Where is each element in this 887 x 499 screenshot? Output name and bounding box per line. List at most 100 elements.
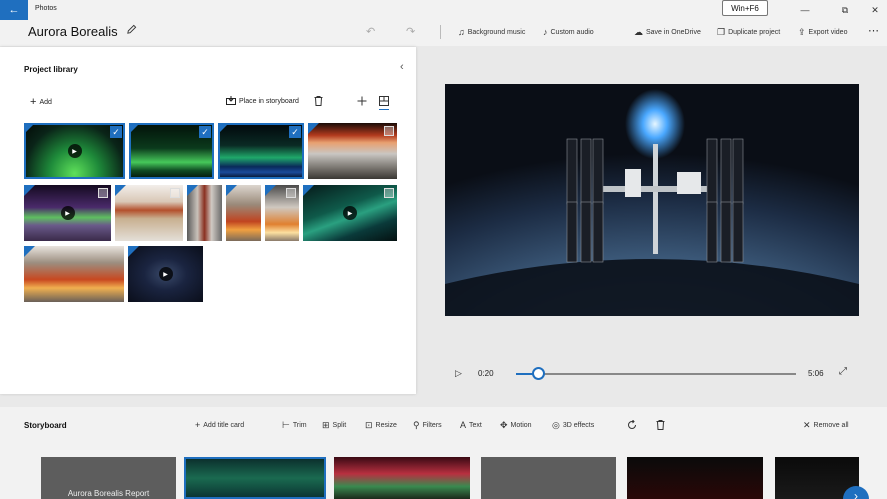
shortcut-badge: Win+F6	[722, 0, 768, 16]
trim-label: Trim	[292, 422, 307, 429]
background-music-button[interactable]: ♫ Background music	[458, 27, 525, 37]
resize-button[interactable]: ⊡ Resize	[365, 420, 397, 431]
maximize-button[interactable]: ⧉	[830, 2, 860, 18]
chevron-right-icon: ›	[854, 489, 858, 499]
place-in-storyboard-button[interactable]: Place in storyboard	[226, 96, 299, 107]
library-thumbnail-12[interactable]: ▶	[128, 246, 203, 302]
library-thumbnail-4[interactable]	[308, 123, 397, 179]
pencil-icon[interactable]	[126, 24, 137, 38]
storyboard-card-3[interactable]	[334, 457, 470, 499]
undo-icon: ↶	[366, 26, 376, 38]
checkbox-icon[interactable]	[170, 188, 180, 198]
collapse-library-button[interactable]: ‹	[400, 61, 404, 73]
3d-effects-button[interactable]: ◎ 3D effects	[552, 420, 594, 431]
end-time: 5:06	[808, 369, 824, 378]
redo-button[interactable]: ↷	[406, 25, 415, 38]
play-button[interactable]: ▷	[455, 368, 462, 379]
list-view-button[interactable]	[379, 96, 389, 110]
library-thumbnail-11[interactable]	[24, 246, 124, 302]
library-thumbnail-8[interactable]	[226, 185, 261, 241]
library-thumbnail-5[interactable]: ▶	[24, 185, 111, 241]
remove-all-label: Remove all	[813, 422, 849, 429]
play-icon: ▶	[158, 267, 173, 281]
save-onedrive-button[interactable]: ☁ Save in OneDrive	[634, 27, 701, 38]
preview-image	[445, 84, 859, 316]
thumbnail-corner	[24, 123, 35, 134]
add-button[interactable]: + Add	[30, 96, 52, 108]
rotate-button[interactable]	[627, 419, 637, 432]
library-thumbnail-7[interactable]	[187, 185, 222, 241]
library-thumbnail-3[interactable]: ✓	[218, 123, 304, 179]
storyboard-card-4[interactable]	[481, 457, 616, 499]
seek-handle[interactable]	[532, 367, 546, 380]
checkmark-icon[interactable]: ✓	[110, 126, 122, 138]
trim-button[interactable]: ⊢ Trim	[282, 420, 307, 431]
close-button[interactable]: ✕	[860, 2, 887, 18]
checkmark-icon[interactable]: ✓	[199, 126, 211, 138]
checkbox-icon[interactable]	[384, 188, 394, 198]
undo-button[interactable]: ↶	[366, 25, 375, 38]
play-icon: ▷	[455, 368, 462, 378]
duplicate-icon: ❐	[717, 27, 726, 37]
add-title-card-button[interactable]: + Add title card	[195, 420, 244, 430]
duplicate-project-button[interactable]: ❐ Duplicate project	[717, 27, 780, 38]
more-options-button[interactable]: ⋯	[868, 24, 879, 37]
thumbnail-corner	[303, 185, 314, 196]
library-thumbnail-10[interactable]: ▶	[303, 185, 397, 241]
back-arrow-icon: ←	[8, 4, 20, 16]
title-bar: ← Photos Win+F6 — ⧉ ✕	[0, 0, 887, 20]
library-thumbnail-9[interactable]	[265, 185, 299, 241]
title-card-text: Aurora Borealis Report	[67, 489, 150, 498]
custom-audio-button[interactable]: ♪ Custom audio	[543, 27, 594, 37]
minimize-button[interactable]: —	[790, 2, 820, 18]
save-onedrive-label: Save in OneDrive	[646, 29, 701, 36]
storyboard-card-5[interactable]	[627, 457, 763, 499]
motion-icon: ✥	[500, 420, 508, 430]
play-icon: ▶	[60, 206, 75, 220]
resize-label: Resize	[375, 422, 397, 429]
remove-all-button[interactable]: ✕ Remove all	[803, 420, 849, 431]
thumbnail-corner	[24, 185, 35, 196]
checkbox-icon[interactable]	[384, 126, 394, 136]
thumbnail-corner	[226, 185, 237, 196]
rotate-icon	[627, 419, 637, 432]
grid-icon	[357, 96, 367, 109]
delete-clip-button[interactable]	[656, 420, 665, 432]
checkbox-icon[interactable]	[98, 188, 108, 198]
storyboard-card-1[interactable]: Aurora Borealis Report	[41, 457, 176, 499]
storyboard-card-2[interactable]	[184, 457, 326, 499]
seek-slider[interactable]	[516, 367, 796, 380]
checkmark-icon[interactable]: ✓	[289, 126, 301, 138]
app-title: Photos	[35, 5, 57, 12]
header-divider	[440, 25, 441, 39]
thumbnail-corner	[308, 123, 319, 134]
duplicate-project-label: Duplicate project	[728, 29, 781, 36]
project-title[interactable]: Aurora Borealis	[28, 24, 118, 39]
checkbox-icon[interactable]	[286, 188, 296, 198]
play-icon: ▶	[343, 206, 357, 220]
storyboard-title: Storyboard	[24, 421, 67, 430]
delete-button[interactable]	[314, 96, 323, 108]
close-icon: ✕	[803, 420, 811, 430]
back-button[interactable]: ←	[0, 0, 28, 20]
motion-button[interactable]: ✥ Motion	[500, 420, 532, 431]
resize-icon: ⊡	[365, 420, 373, 430]
grid-view-button[interactable]	[357, 96, 367, 109]
filters-button[interactable]: ⚲ Filters	[413, 420, 442, 431]
thumbnail-corner	[115, 185, 126, 196]
fullscreen-button[interactable]: ⤢	[839, 366, 847, 377]
library-thumbnail-1[interactable]: ✓ ▶	[24, 123, 125, 179]
project-header: Aurora Borealis ↶ ↷ ♫ Background music ♪…	[0, 20, 887, 46]
more-icon: ⋯	[868, 25, 879, 37]
text-button[interactable]: A Text	[460, 420, 482, 430]
close-icon: ✕	[871, 4, 879, 15]
export-video-button[interactable]: ⇪ Export video	[798, 27, 847, 38]
video-preview[interactable]	[445, 84, 859, 316]
split-button[interactable]: ⊞ Split	[322, 420, 346, 431]
thumbnail-corner	[265, 185, 276, 196]
maximize-icon: ⧉	[841, 4, 849, 15]
library-thumbnail-6[interactable]	[115, 185, 183, 241]
cloud-icon: ☁	[634, 27, 643, 37]
library-thumbnail-2[interactable]: ✓	[129, 123, 214, 179]
plus-icon: +	[30, 96, 37, 108]
